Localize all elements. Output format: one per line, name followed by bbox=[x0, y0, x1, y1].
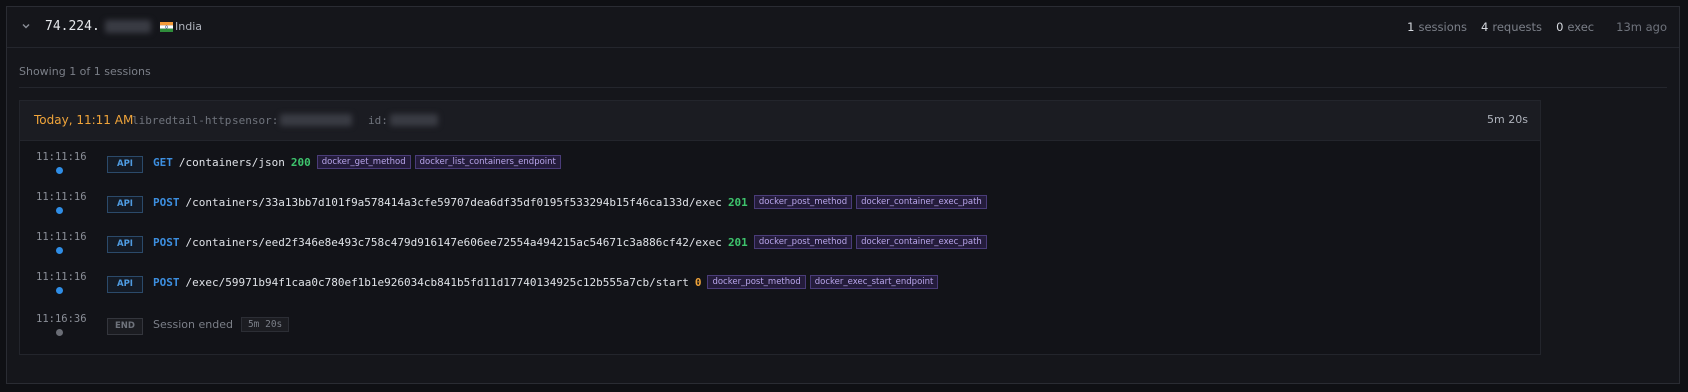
request-line[interactable]: POST/containers/eed2f346e8e493c758c479d9… bbox=[153, 235, 991, 249]
status-code: 0 bbox=[694, 275, 702, 289]
event-time: 11:11:16 bbox=[36, 231, 87, 243]
end-badge: END bbox=[107, 318, 143, 335]
request-path: /containers/eed2f346e8e493c758c479d91614… bbox=[185, 235, 722, 249]
id-redacted bbox=[390, 114, 438, 126]
http-method: GET bbox=[153, 155, 173, 169]
timeline-dot bbox=[56, 329, 63, 336]
detection-tag[interactable]: docker_post_method bbox=[707, 275, 806, 289]
exec-stat: 0 exec bbox=[1556, 20, 1595, 34]
requests-stat: 4 requests bbox=[1481, 20, 1543, 34]
session-header[interactable]: Today, 11:11 AM libredtail-http sensor: … bbox=[20, 101, 1540, 141]
status-code: 201 bbox=[727, 235, 748, 249]
status-code: 200 bbox=[290, 155, 311, 169]
country-label: India bbox=[175, 20, 202, 33]
sensor-redacted bbox=[280, 114, 352, 126]
group-header[interactable]: 74.224. India 1 sessions 4 requests 0 exec … bbox=[7, 7, 1679, 48]
detection-tag[interactable]: docker_get_method bbox=[316, 155, 411, 169]
showing-count: Showing 1 of 1 sessions bbox=[19, 65, 151, 78]
chevron-down-icon[interactable] bbox=[20, 20, 32, 32]
event-type-badge: API bbox=[107, 156, 143, 173]
session-ended: Session ended 5m 20s bbox=[153, 317, 290, 332]
detection-tag[interactable]: docker_exec_start_endpoint bbox=[809, 275, 939, 289]
event-row-end: 11:16:36 END Session ended 5m 20s bbox=[20, 313, 1540, 349]
request-path: /containers/json bbox=[178, 155, 285, 169]
timeline-dot bbox=[56, 167, 63, 174]
session-source: libredtail-http bbox=[132, 114, 232, 127]
session-ended-label: Session ended bbox=[153, 318, 233, 331]
event-type-badge: API bbox=[107, 236, 143, 253]
request-path: /exec/59971b94f1caa0c780ef1b1e926034cb84… bbox=[185, 275, 689, 289]
timeline-dot bbox=[56, 287, 63, 294]
sensor-label: sensor: bbox=[232, 114, 279, 127]
session-date: Today, 11:11 AM bbox=[34, 113, 134, 127]
event-time: 11:11:16 bbox=[36, 271, 87, 283]
http-method: POST bbox=[153, 235, 180, 249]
event-type-badge: API bbox=[107, 196, 143, 213]
event-row[interactable]: 11:11:16 API POST/exec/59971b94f1caa0c780e… bbox=[20, 271, 1540, 307]
detection-tag[interactable]: docker_post_method bbox=[753, 195, 853, 209]
timeline-dot bbox=[56, 207, 63, 214]
status-code: 201 bbox=[727, 195, 748, 209]
session-duration: 5m 20s bbox=[1487, 113, 1528, 126]
request-line[interactable]: POST/containers/33a13bb7d101f9a578414a3c… bbox=[153, 195, 991, 209]
event-row[interactable]: 11:11:16 API POST/containers/33a13bb7d101f… bbox=[20, 191, 1540, 227]
detection-tag[interactable]: docker_container_exec_path bbox=[856, 195, 987, 209]
session-ended-duration: 5m 20s bbox=[240, 317, 290, 332]
http-method: POST bbox=[153, 275, 180, 289]
group-stats: 1 sessions 4 requests 0 exec 13m ago bbox=[1393, 20, 1667, 34]
last-seen-time: 13m ago bbox=[1616, 20, 1667, 34]
session-card: Today, 11:11 AM libredtail-http sensor: … bbox=[19, 100, 1541, 355]
id-label: id: bbox=[368, 114, 388, 127]
session-group-card: 74.224. India 1 sessions 4 requests 0 exec … bbox=[6, 6, 1680, 384]
detection-tag[interactable]: docker_post_method bbox=[753, 235, 853, 249]
event-row[interactable]: 11:11:16 API POST/containers/eed2f346e8e49… bbox=[20, 231, 1540, 267]
event-time: 11:11:16 bbox=[36, 151, 87, 163]
request-line[interactable]: GET/containers/json 200 docker_get_method d… bbox=[153, 155, 565, 169]
event-time: 11:16:36 bbox=[36, 313, 87, 325]
divider bbox=[19, 87, 1667, 88]
detection-tag[interactable]: docker_container_exec_path bbox=[856, 235, 987, 249]
sessions-stat: 1 sessions bbox=[1407, 20, 1468, 34]
ip-address: 74.224. bbox=[45, 19, 100, 34]
event-time: 11:11:16 bbox=[36, 191, 87, 203]
http-method: POST bbox=[153, 195, 180, 209]
event-row[interactable]: 11:11:16 API GET/containers/json 200 docker_… bbox=[20, 151, 1540, 187]
ip-redacted bbox=[105, 20, 151, 33]
request-path: /containers/33a13bb7d101f9a578414a3cfe59… bbox=[185, 195, 722, 209]
request-line[interactable]: POST/exec/59971b94f1caa0c780ef1b1e926034… bbox=[153, 275, 942, 289]
event-type-badge: API bbox=[107, 276, 143, 293]
india-flag-icon bbox=[160, 22, 173, 32]
timeline-dot bbox=[56, 247, 63, 254]
detection-tag[interactable]: docker_list_containers_endpoint bbox=[414, 155, 561, 169]
